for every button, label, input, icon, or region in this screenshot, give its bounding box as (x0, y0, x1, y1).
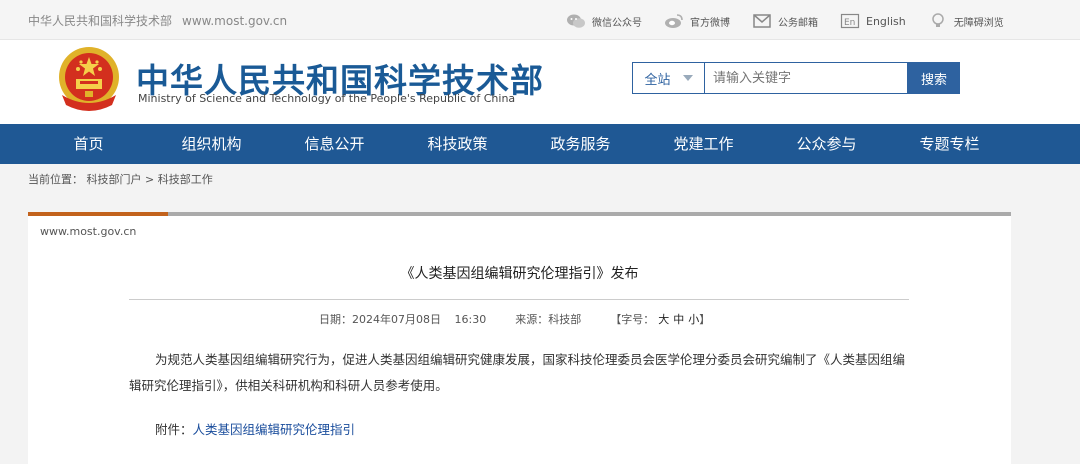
site-header: 中华人民共和国科学技术部 Ministry of Science and Tec… (0, 40, 1080, 124)
breadcrumb-item-portal[interactable]: 科技部门户 (87, 173, 142, 186)
weibo-icon (665, 14, 683, 28)
attachment-label: 附件： (155, 422, 193, 437)
search-input[interactable] (704, 62, 908, 94)
national-emblem-icon[interactable] (56, 45, 122, 115)
font-size-medium-button[interactable]: 中 (673, 313, 684, 326)
source-label: 来源： (515, 313, 549, 326)
article-body: 为规范人类基因组编辑研究行为，促进人类基因组编辑研究健康发展，国家科技伦理委员会… (129, 352, 906, 393)
article-source-url: www.most.gov.cn (40, 225, 137, 238)
wechat-label: 微信公众号 (592, 17, 642, 29)
accessibility-label: 无障碍浏览 (953, 17, 1004, 29)
font-size-label: 【字号： (610, 313, 655, 326)
mail-label: 公务邮箱 (778, 17, 818, 29)
breadcrumb-separator: > (141, 173, 158, 186)
font-size-large-button[interactable]: 大 (658, 313, 669, 326)
nav-item-services[interactable]: 政务服务 (519, 124, 642, 164)
accessibility-icon (931, 13, 944, 27)
main-nav: 首页 组织机构 信息公开 科技政策 政务服务 党建工作 公众参与 专题专栏 (0, 124, 1080, 164)
breadcrumb-item-work[interactable]: 科技部工作 (158, 173, 213, 186)
attachment-link[interactable]: 人类基因组编辑研究伦理指引 (193, 422, 356, 437)
article-time: 16:30 (454, 313, 487, 326)
article-card: www.most.gov.cn 《人类基因组编辑研究伦理指引》发布 日期：202… (28, 212, 1011, 464)
mail-link[interactable]: 公务邮箱 (752, 13, 818, 29)
font-size-close: 】 (699, 313, 711, 326)
chevron-down-icon (682, 75, 693, 81)
wechat-icon (567, 14, 585, 28)
article-meta: 日期：2024年07月08日 16:30 来源：科技部 【字号：大中小】 (319, 311, 710, 327)
attachment: 附件：人类基因组编辑研究伦理指引 (155, 419, 355, 438)
font-size-small-button[interactable]: 小 (688, 313, 699, 326)
ministry-title-en: Ministry of Science and Technology of th… (138, 92, 516, 105)
article-source: 科技部 (548, 313, 582, 326)
nav-item-party[interactable]: 党建工作 (642, 124, 765, 164)
article-date: 2024年07月08日 (352, 313, 441, 326)
wechat-link[interactable]: 微信公众号 (566, 13, 642, 29)
english-icon: En (840, 13, 860, 29)
svg-text:En: En (844, 18, 855, 28)
nav-item-information[interactable]: 信息公开 (273, 124, 396, 164)
search-scope-label: 全站 (644, 72, 671, 88)
nav-item-topics[interactable]: 专题专栏 (888, 124, 1011, 164)
nav-item-organization[interactable]: 组织机构 (150, 124, 273, 164)
english-link[interactable]: En English (840, 13, 906, 29)
nav-item-policy[interactable]: 科技政策 (396, 124, 519, 164)
weibo-label: 官方微博 (690, 17, 730, 29)
site-identity: 中华人民共和国科学技术部 www.most.gov.cn (28, 12, 287, 29)
top-utility-bar: 中华人民共和国科学技术部 www.most.gov.cn 微信公众号 官方微博 公… (0, 0, 1080, 40)
date-label: 日期： (319, 313, 352, 326)
breadcrumb-prefix: 当前位置： (28, 173, 83, 186)
breadcrumb: 当前位置： 科技部门户 > 科技部工作 (28, 171, 213, 187)
nav-item-public[interactable]: 公众参与 (765, 124, 888, 164)
english-label: English (866, 14, 906, 28)
search-bar: 全站 搜索 (632, 62, 960, 94)
accent-bar (28, 212, 168, 216)
article-title: 《人类基因组编辑研究伦理指引》发布 (400, 266, 639, 282)
weibo-link[interactable]: 官方微博 (664, 13, 730, 29)
search-button[interactable]: 搜索 (908, 62, 960, 94)
search-scope-select[interactable]: 全站 (632, 62, 704, 94)
site-name: 中华人民共和国科学技术部 (28, 14, 173, 28)
site-url: www.most.gov.cn (182, 14, 288, 28)
utility-links: 微信公众号 官方微博 公务邮箱 En English 无障碍浏览 (566, 11, 1026, 31)
mail-icon (753, 14, 771, 28)
accessibility-link[interactable]: 无障碍浏览 (928, 13, 1004, 29)
title-divider (129, 299, 909, 300)
nav-item-home[interactable]: 首页 (27, 124, 150, 164)
